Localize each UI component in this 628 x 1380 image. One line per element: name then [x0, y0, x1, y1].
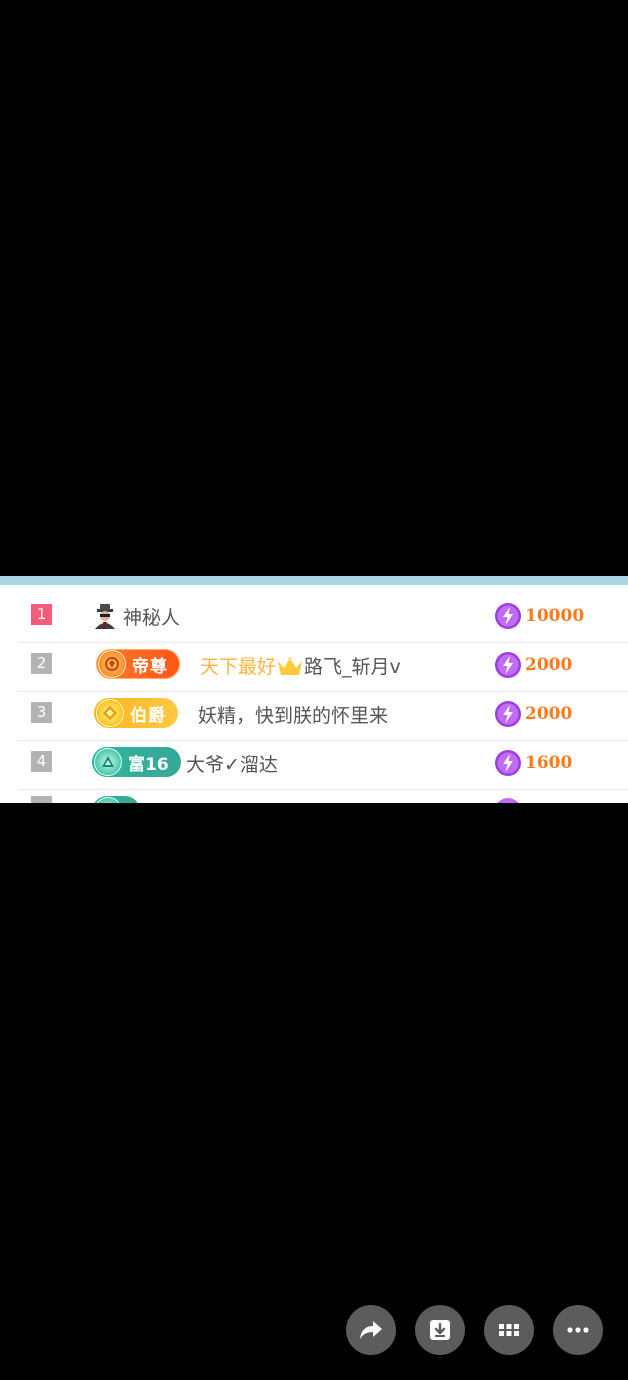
- wealth-badge-cropped: [92, 796, 140, 803]
- rank-row-3: 3 伯爵 妖精，快到朕的怀里来 2000: [18, 692, 628, 741]
- rank-number: 4: [31, 751, 52, 772]
- gift-amount: 1600: [494, 749, 572, 777]
- gift-amount: 2000: [494, 651, 572, 679]
- badge-label: 伯爵: [130, 705, 166, 726]
- lightning-coin-icon: [495, 652, 521, 678]
- emperor-emblem-icon: [98, 650, 126, 678]
- grid-button[interactable]: [484, 1305, 534, 1355]
- viewer-screen: 1 神秘人 10000 2 帝尊 天下最好 路飞_斩月v 2000 3 伯爵 妖…: [0, 0, 628, 1380]
- mystery-person-icon: [95, 604, 115, 629]
- count-emblem-icon: [96, 699, 124, 727]
- crown-icon: [278, 657, 303, 675]
- name-rest: 路飞_斩月v: [304, 656, 401, 678]
- lightning-coin-icon: [495, 701, 521, 727]
- user-name: 大爷✓溜达: [186, 754, 278, 776]
- grid-icon: [499, 1324, 519, 1336]
- lightning-coin-icon: [495, 603, 521, 629]
- user-name: 天下最好 路飞_斩月v: [200, 652, 401, 679]
- badge-label: 富16: [128, 754, 169, 775]
- name-highlight: 天下最好: [200, 656, 277, 678]
- lightning-coin-icon: [494, 798, 522, 803]
- share-icon: [360, 1321, 382, 1339]
- wealth-emblem-icon: [94, 748, 122, 776]
- rank-number: 2: [31, 653, 52, 674]
- amount-value: 10000: [525, 606, 585, 626]
- share-button[interactable]: [346, 1305, 396, 1355]
- wealth-badge: 富16: [92, 747, 181, 777]
- lightning-coin-icon: [495, 750, 521, 776]
- vip-badge: 帝尊: [96, 649, 180, 679]
- user-name: 妖精，快到朕的怀里来: [198, 705, 389, 727]
- gift-amount: 10000: [494, 602, 584, 630]
- rank-row-5-cropped: [18, 790, 628, 803]
- rank-number: 3: [31, 702, 52, 723]
- more-button[interactable]: [553, 1305, 603, 1355]
- download-icon: [430, 1320, 450, 1340]
- gift-rank-list: 1 神秘人 10000 2 帝尊 天下最好 路飞_斩月v 2000 3 伯爵 妖…: [18, 594, 628, 803]
- rank-row-2: 2 帝尊 天下最好 路飞_斩月v 2000: [18, 643, 628, 692]
- rank-number: 1: [31, 604, 52, 625]
- wealth-emblem-icon: [94, 797, 122, 803]
- amount-value: 2000: [525, 655, 573, 675]
- rank-number-cropped: [31, 796, 52, 803]
- vip-badge: 伯爵: [94, 698, 178, 728]
- user-name: 神秘人: [123, 607, 181, 629]
- rank-row-4: 4 富16 大爷✓溜达 1600: [18, 741, 628, 790]
- badge-label: 帝尊: [132, 656, 168, 677]
- download-button[interactable]: [415, 1305, 465, 1355]
- more-icon: [567, 1327, 589, 1333]
- rank-row-1: 1 神秘人 10000: [18, 594, 628, 643]
- screenshot-image[interactable]: 1 神秘人 10000 2 帝尊 天下最好 路飞_斩月v 2000 3 伯爵 妖…: [0, 576, 628, 803]
- top-strip: [0, 576, 628, 585]
- gift-amount: 2000: [494, 700, 572, 728]
- amount-value: 1600: [525, 753, 573, 773]
- amount-value: 2000: [525, 704, 573, 724]
